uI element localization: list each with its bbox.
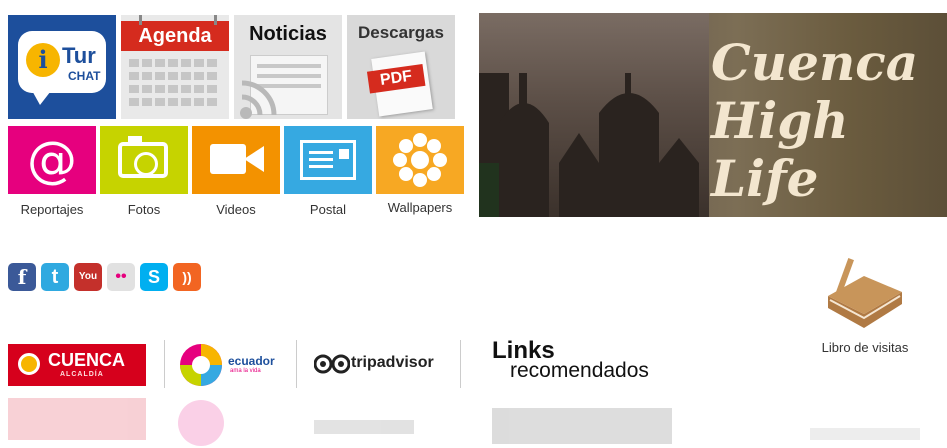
skype-icon[interactable]: S xyxy=(140,263,168,291)
postcard-icon xyxy=(300,140,356,180)
itur-subtitle: CHAT xyxy=(68,69,101,83)
guestbook-reflection xyxy=(810,428,920,440)
ecuador-sun-logo xyxy=(180,344,222,386)
chat-bubble-tail xyxy=(30,87,54,105)
pdf-document-icon: PDF xyxy=(366,51,433,117)
fotos-tile[interactable] xyxy=(100,126,188,194)
flickr-icon[interactable]: •• xyxy=(107,263,135,291)
cuenca-alcaldia-link[interactable]: CUENCA ALCALDÍA xyxy=(8,344,146,386)
twitter-icon[interactable]: t xyxy=(41,263,69,291)
links-reflection xyxy=(8,398,688,448)
links-recomendados-link[interactable]: Links recomendados xyxy=(492,337,682,387)
agenda-label: Agenda xyxy=(138,25,212,47)
tripadvisor-link-title: tripadvisor xyxy=(351,354,434,371)
hero-title-line1: Cuenca xyxy=(711,33,919,92)
noticias-label: Noticias xyxy=(249,23,327,45)
ecuador-ama-la-vida-link[interactable]: ecuador ama la vida xyxy=(178,340,286,390)
descargas-label: Descargas xyxy=(357,23,444,42)
facebook-icon[interactable]: f xyxy=(8,263,36,291)
cuenca-high-life-banner[interactable]: Cuenca High Life xyxy=(479,13,947,217)
at-icon: @ xyxy=(27,131,77,189)
reportajes-label[interactable]: Reportajes xyxy=(8,202,96,217)
recomendados-subtitle: recomendados xyxy=(510,359,649,382)
itur-chat-tile[interactable]: i Tur CHAT xyxy=(8,15,116,119)
itur-title: Tur xyxy=(62,43,96,68)
cuenca-link-title: CUENCA xyxy=(48,350,126,370)
hero-title-line2: High xyxy=(711,91,849,150)
video-camera-icon xyxy=(210,144,246,174)
tripadvisor-link[interactable]: tripadvisor xyxy=(314,350,444,380)
cuenca-link-subtitle: ALCALDÍA xyxy=(60,371,104,378)
postal-tile[interactable] xyxy=(284,126,372,194)
info-icon: i xyxy=(26,43,60,77)
videos-tile[interactable] xyxy=(192,126,280,194)
rss-icon[interactable]: )) xyxy=(173,263,201,291)
fotos-label[interactable]: Fotos xyxy=(100,202,188,217)
calendar-grid-icon xyxy=(129,59,217,106)
camera-icon xyxy=(118,142,168,178)
wallpapers-label[interactable]: Wallpapers xyxy=(376,200,464,215)
agenda-tile[interactable]: Agenda xyxy=(121,15,229,119)
cuenca-seal-icon xyxy=(18,353,40,375)
ecuador-link-subtitle: ama la vida xyxy=(230,368,261,374)
flower-icon xyxy=(393,133,447,187)
book-icon[interactable] xyxy=(820,256,906,332)
reportajes-tile[interactable]: @ xyxy=(8,126,96,194)
wallpapers-tile[interactable] xyxy=(376,126,464,194)
calendar-rings xyxy=(139,15,217,25)
youtube-icon[interactable]: You xyxy=(74,263,102,291)
hero-title-line3: Life xyxy=(711,149,819,208)
postal-label[interactable]: Postal xyxy=(284,202,372,217)
cathedral-silhouette xyxy=(479,73,699,217)
guestbook-label[interactable]: Libro de visitas xyxy=(800,340,930,355)
owl-eyes-icon xyxy=(314,354,350,374)
ecuador-link-title: ecuador xyxy=(228,354,275,368)
noticias-tile[interactable]: Noticias xyxy=(234,15,342,119)
videos-label[interactable]: Videos xyxy=(192,202,280,217)
pdf-badge: PDF xyxy=(366,63,426,94)
rss-waves-icon xyxy=(240,80,277,119)
descargas-tile[interactable]: Descargas PDF xyxy=(347,15,455,119)
